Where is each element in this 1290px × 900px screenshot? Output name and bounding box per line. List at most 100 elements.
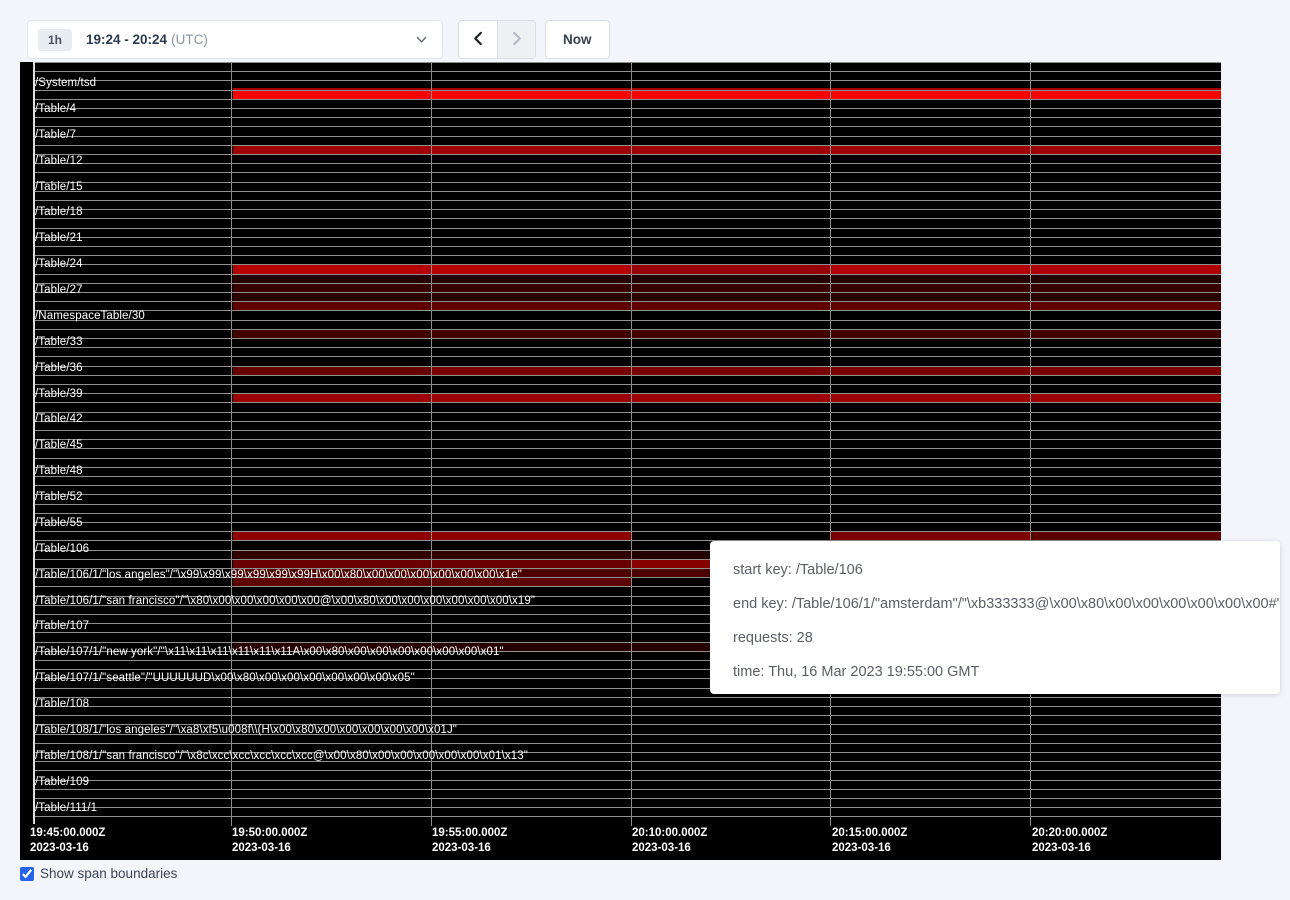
row-label: /Table/45 — [35, 439, 83, 451]
row-label: /Table/42 — [35, 413, 83, 425]
x-axis-label: 19:50:00.000Z2023-03-16 — [232, 826, 307, 856]
row-label: /System/tsd — [35, 77, 96, 89]
x-axis-time: 19:55:00.000Z — [432, 826, 507, 841]
activity-band — [830, 531, 1030, 540]
span-boundary-line — [33, 504, 1221, 505]
show-span-boundaries-checkbox[interactable] — [20, 867, 34, 881]
span-boundary-line — [33, 448, 1221, 449]
activity-band — [431, 264, 631, 273]
activity-band — [431, 559, 631, 568]
row-label: /Table/52 — [35, 491, 83, 503]
span-boundary-line — [33, 264, 1221, 265]
activity-band — [233, 531, 431, 540]
activity-band — [1030, 264, 1221, 273]
x-axis-label: 19:55:00.000Z2023-03-16 — [432, 826, 507, 856]
span-boundary-line — [33, 237, 1221, 238]
x-axis-time: 20:10:00.000Z — [632, 826, 707, 841]
span-boundary-line — [33, 310, 1221, 311]
activity-band — [233, 366, 431, 375]
time-gridline — [830, 62, 831, 826]
span-boundary-line — [33, 412, 1221, 413]
show-span-boundaries[interactable]: Show span boundaries — [20, 866, 177, 881]
key-visualizer-canvas[interactable]: /System/tsd/Table/4/Table/7/Table/12/Tab… — [20, 62, 1221, 860]
time-gridline — [231, 62, 232, 826]
span-boundary-line — [33, 136, 1221, 137]
row-label: /Table/107/1/"new york"/"\x11\x11\x11\x1… — [35, 646, 504, 658]
tooltip-start-key: start key: /Table/106 — [733, 553, 1280, 587]
row-label: /NamespaceTable/30 — [35, 310, 145, 322]
row-label: /Table/12 — [35, 155, 83, 167]
range-duration-chip: 1h — [38, 29, 72, 51]
span-boundary-line — [33, 108, 1221, 109]
span-boundary-line — [33, 99, 1221, 100]
activity-band — [233, 292, 1221, 301]
x-axis-date: 2023-03-16 — [232, 841, 307, 856]
activity-band — [631, 264, 830, 273]
span-boundary-line — [33, 145, 1221, 146]
activity-band — [233, 264, 431, 273]
time-gridline — [631, 62, 632, 826]
chevron-right-icon — [509, 31, 524, 49]
row-label: /Table/4 — [35, 103, 76, 115]
span-boundary-line — [33, 393, 1221, 394]
span-boundary-line — [33, 531, 1221, 532]
row-label: /Table/27 — [35, 284, 83, 296]
x-axis-time: 20:20:00.000Z — [1032, 826, 1107, 841]
range-utc-suffix: (UTC) — [171, 32, 208, 47]
prev-range-button[interactable] — [459, 21, 497, 58]
span-boundary-line — [33, 697, 1221, 698]
span-boundary-line — [33, 163, 1221, 164]
row-label: /Table/15 — [35, 181, 83, 193]
span-boundary-line — [33, 292, 1221, 293]
activity-band — [631, 366, 830, 375]
time-range-select[interactable]: 1h 19:24 - 20:24 (UTC) — [27, 20, 443, 59]
row-label: /Table/107/1/"seattle"/"UUUUUUD\x00\x80\… — [35, 672, 415, 684]
span-boundary-line — [33, 90, 1221, 91]
row-label: /Table/106/1/"los angeles"/"\x99\x99\x99… — [35, 569, 522, 581]
span-boundary-line — [33, 421, 1221, 422]
tooltip-end-key: end key: /Table/106/1/"amsterdam"/"\xb33… — [733, 587, 1280, 621]
activity-band — [431, 550, 631, 559]
span-boundary-line — [33, 71, 1221, 72]
span-boundary-line — [33, 780, 1221, 781]
span-boundary-line — [33, 439, 1221, 440]
x-axis-label: 20:15:00.000Z2023-03-16 — [832, 826, 907, 856]
activity-band — [233, 329, 1221, 338]
x-axis-time: 19:45:00.000Z — [30, 826, 105, 841]
span-boundary-line — [33, 191, 1221, 192]
row-label: /Table/109 — [35, 776, 89, 788]
tooltip-requests: requests: 28 — [733, 621, 1280, 655]
row-label: /Table/21 — [35, 232, 83, 244]
span-boundary-line — [33, 384, 1221, 385]
x-axis-date: 2023-03-16 — [30, 841, 105, 856]
x-axis-time: 19:50:00.000Z — [232, 826, 307, 841]
span-boundary-line — [33, 807, 1221, 808]
activity-band — [233, 283, 1221, 292]
activity-band — [1030, 366, 1221, 375]
span-boundary-line — [33, 126, 1221, 127]
span-boundary-line — [33, 467, 1221, 468]
next-range-button[interactable] — [497, 21, 535, 58]
row-label: /Table/111/1 — [35, 802, 97, 814]
row-label: /Table/108/1/"san francisco"/"\x8c\xcc\x… — [35, 750, 528, 762]
span-boundary-line — [33, 347, 1221, 348]
activity-band — [233, 559, 431, 568]
now-button[interactable]: Now — [545, 20, 610, 59]
x-axis-date: 2023-03-16 — [632, 841, 707, 856]
span-boundary-line — [33, 522, 1221, 523]
span-boundary-line — [33, 200, 1221, 201]
span-boundary-line — [33, 218, 1221, 219]
time-toolbar: 1h 19:24 - 20:24 (UTC) Now — [0, 0, 1290, 62]
activity-band — [233, 145, 1221, 154]
row-label: /Table/55 — [35, 517, 83, 529]
chevron-left-icon — [471, 31, 486, 49]
range-nav-group — [458, 20, 536, 59]
span-boundary-line — [33, 154, 1221, 155]
span-boundary-line — [33, 706, 1221, 707]
span-boundary-line — [33, 172, 1221, 173]
activity-band — [431, 366, 631, 375]
row-label: /Table/18 — [35, 206, 83, 218]
activity-band — [1030, 531, 1221, 540]
row-label: /Table/33 — [35, 336, 83, 348]
span-boundary-line — [33, 816, 1221, 817]
